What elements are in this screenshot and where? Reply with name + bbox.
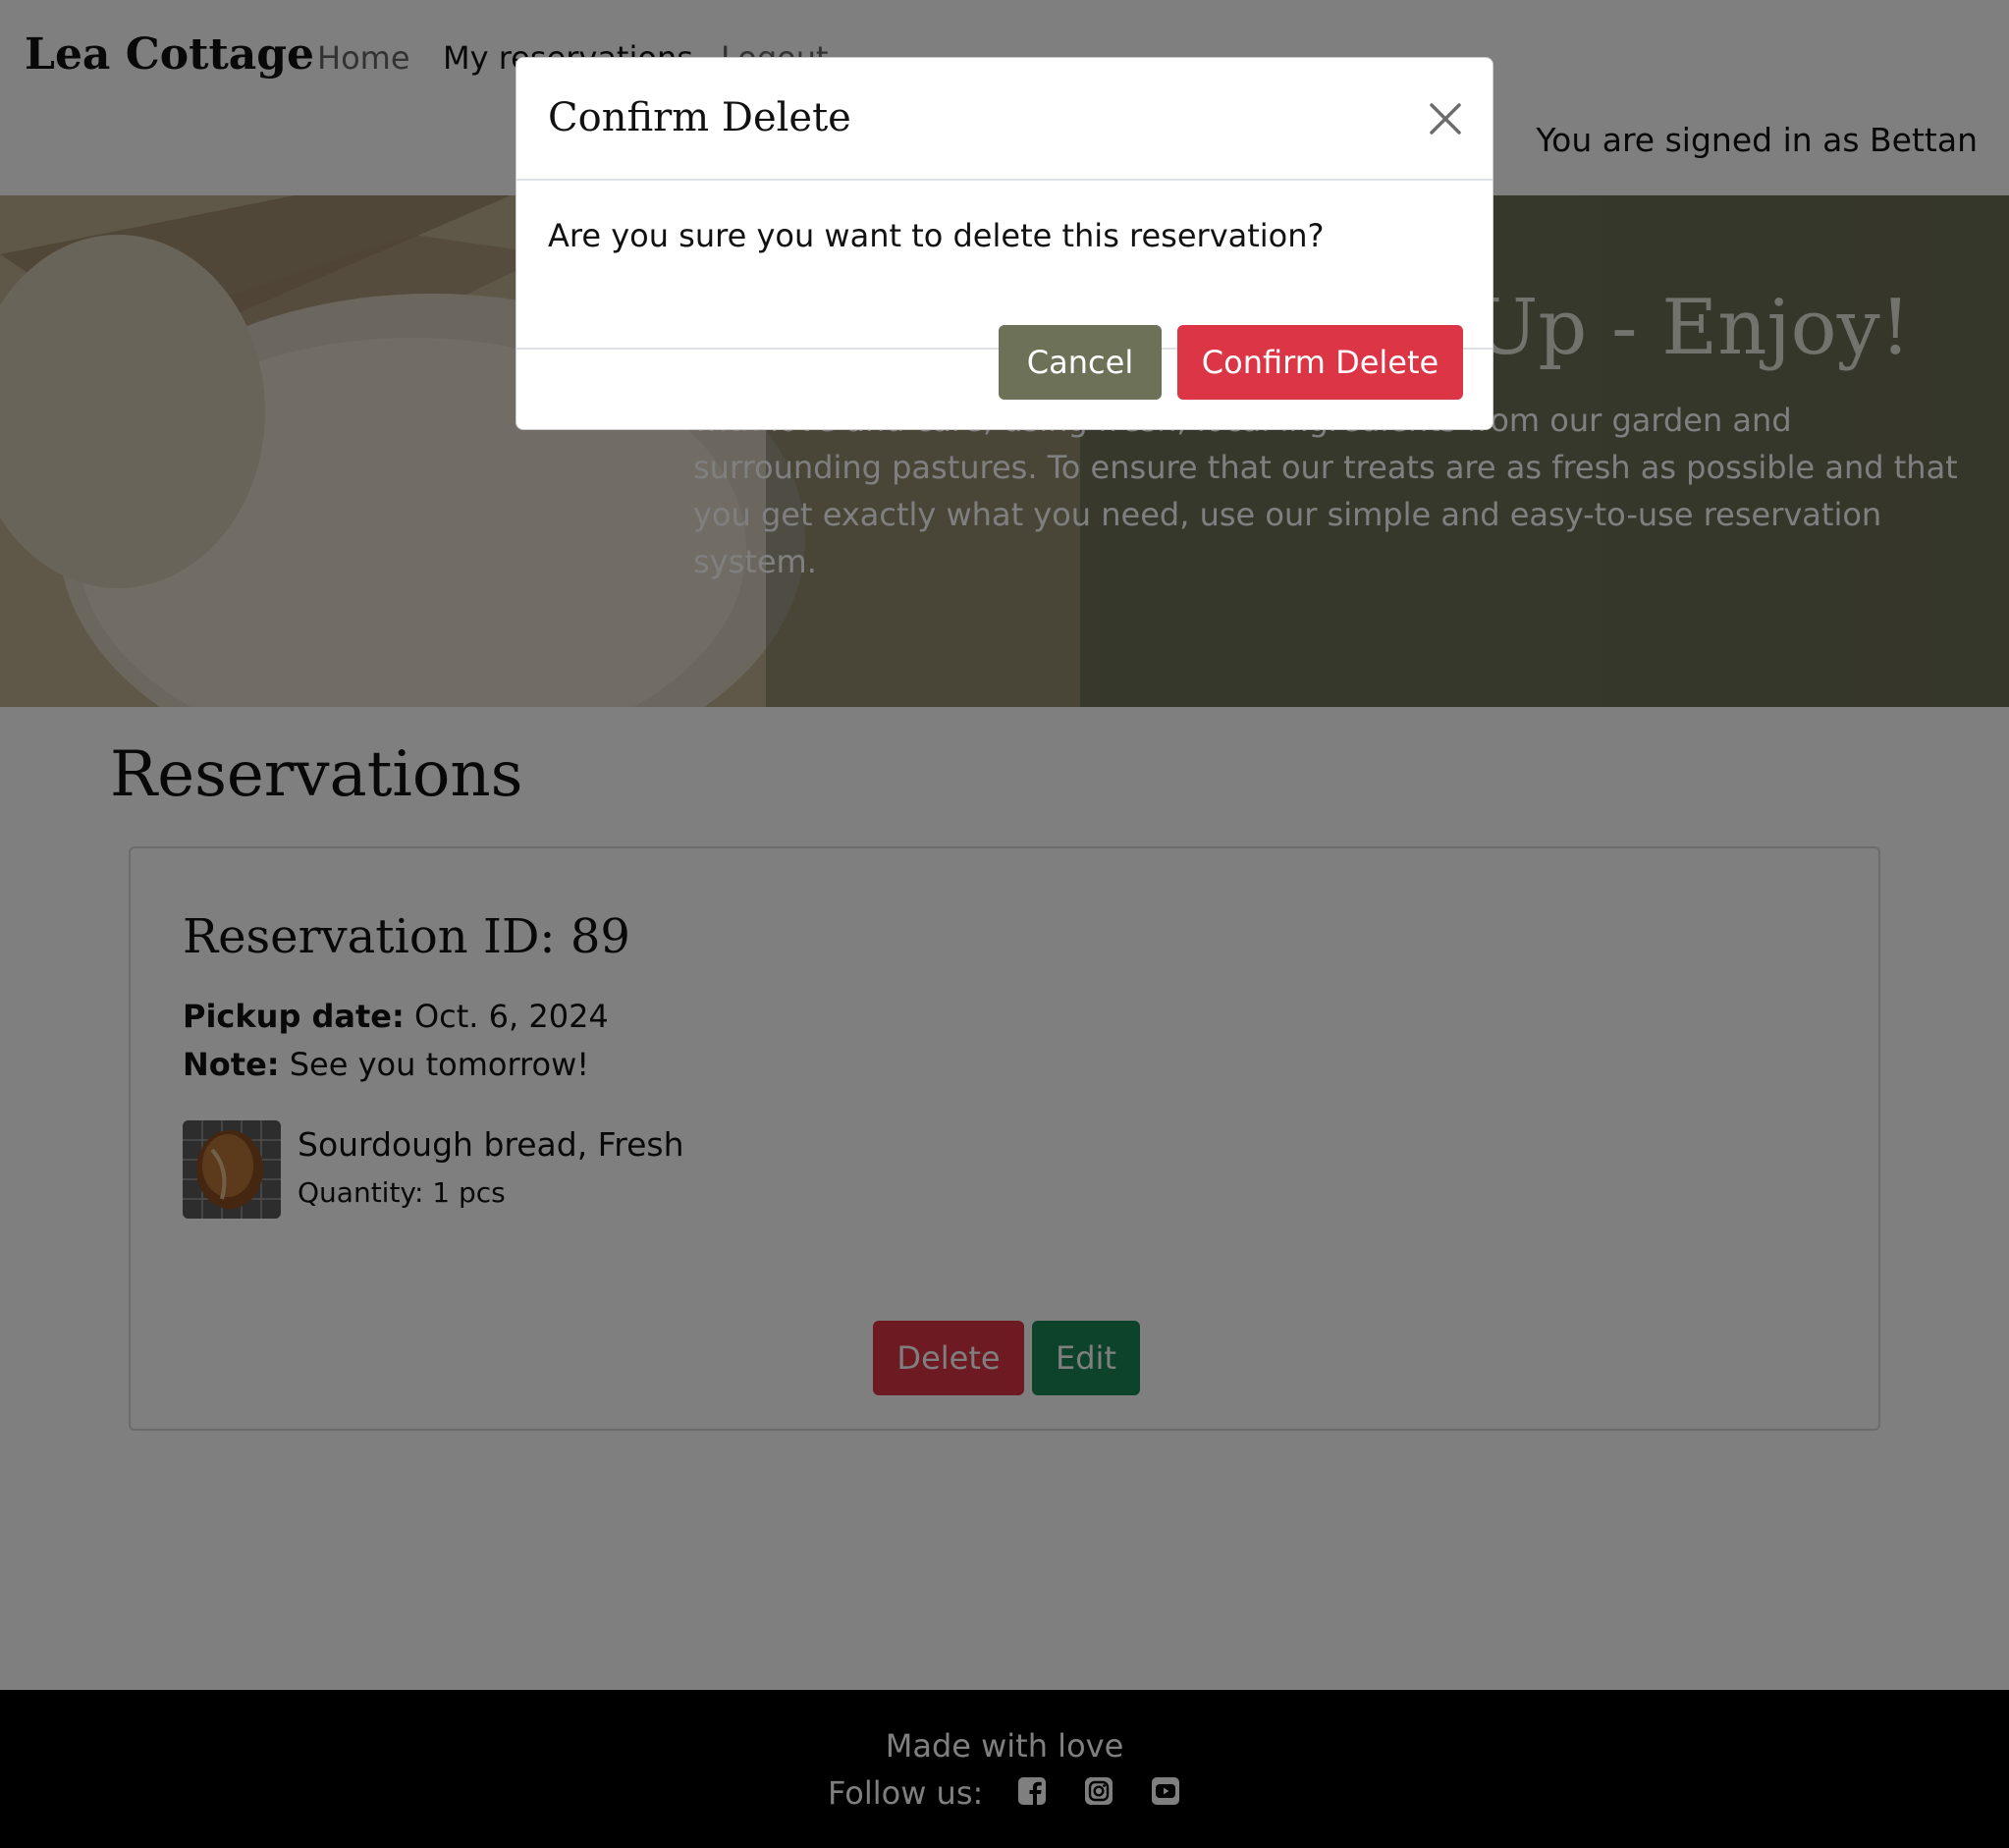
- cancel-button[interactable]: Cancel: [999, 325, 1162, 400]
- modal-header: Confirm Delete: [516, 58, 1493, 181]
- close-icon: [1430, 103, 1461, 135]
- close-button[interactable]: [1426, 99, 1465, 138]
- modal-title: Confirm Delete: [548, 95, 851, 140]
- confirm-delete-button[interactable]: Confirm Delete: [1177, 325, 1463, 400]
- confirm-delete-modal: Confirm Delete Are you sure you want to …: [516, 57, 1493, 430]
- modal-message: Are you sure you want to delete this res…: [548, 217, 1325, 254]
